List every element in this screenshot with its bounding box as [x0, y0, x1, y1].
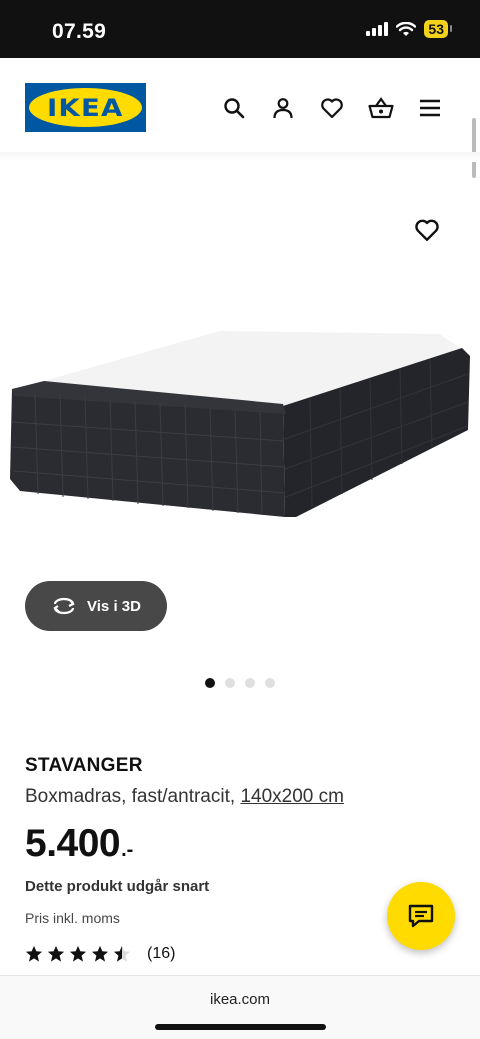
chat-icon — [408, 904, 434, 928]
half-star-icon — [113, 945, 131, 962]
status-icons: 53 — [366, 20, 452, 38]
product-description: Boxmadras, fast/antracit, 140x200 cm — [25, 786, 455, 808]
rating-count: (16) — [147, 945, 176, 962]
availability-note: Dette produkt udgår snart — [25, 878, 210, 895]
browser-url-bar[interactable]: ikea.com — [0, 975, 480, 1039]
battery-indicator: 53 — [424, 20, 452, 38]
ikea-logo[interactable]: IKEA — [25, 83, 146, 132]
favourite-heart-icon[interactable] — [414, 218, 442, 246]
product-description-text: Boxmadras, fast/antracit, — [25, 786, 236, 807]
product-rating[interactable]: (16) — [25, 945, 455, 963]
site-header: IKEA — [0, 58, 480, 178]
heart-icon[interactable] — [318, 94, 346, 122]
chat-button[interactable] — [387, 882, 455, 950]
rotate-3d-icon — [53, 597, 75, 615]
product-gallery[interactable]: Vis i 3D — [0, 162, 480, 722]
rating-stars — [25, 945, 131, 963]
search-icon[interactable] — [220, 94, 248, 122]
gallery-dot[interactable] — [205, 678, 215, 688]
product-name: STAVANGER — [25, 755, 143, 776]
url-text[interactable]: ikea.com — [0, 991, 480, 1008]
logo-text: IKEA — [47, 93, 124, 122]
wifi-icon — [396, 21, 417, 36]
status-bar: 07.59 53 — [0, 0, 480, 58]
star-icon — [25, 945, 43, 962]
star-icon — [91, 945, 109, 962]
view-in-3d-label: Vis i 3D — [87, 597, 141, 615]
header-divider — [0, 152, 480, 162]
header-nav — [220, 94, 444, 122]
star-icon — [47, 945, 65, 962]
signal-icon — [366, 22, 389, 36]
status-time: 07.59 — [52, 20, 107, 43]
gallery-dot[interactable] — [225, 678, 235, 688]
gallery-pagination — [205, 678, 275, 688]
gallery-dot[interactable] — [265, 678, 275, 688]
price-suffix: .- — [121, 839, 134, 861]
account-icon[interactable] — [269, 94, 297, 122]
basket-icon[interactable] — [367, 94, 395, 122]
product-size-link[interactable]: 140x200 cm — [240, 786, 344, 807]
gallery-dot[interactable] — [245, 678, 255, 688]
star-icon — [69, 945, 87, 962]
product-image — [10, 331, 470, 517]
price-value: 5.400 — [25, 822, 121, 865]
logo-oval: IKEA — [29, 88, 142, 127]
product-price: 5.400 .- — [25, 822, 455, 866]
menu-icon[interactable] — [416, 94, 444, 122]
home-indicator[interactable] — [155, 1024, 326, 1030]
view-in-3d-button[interactable]: Vis i 3D — [25, 581, 167, 631]
